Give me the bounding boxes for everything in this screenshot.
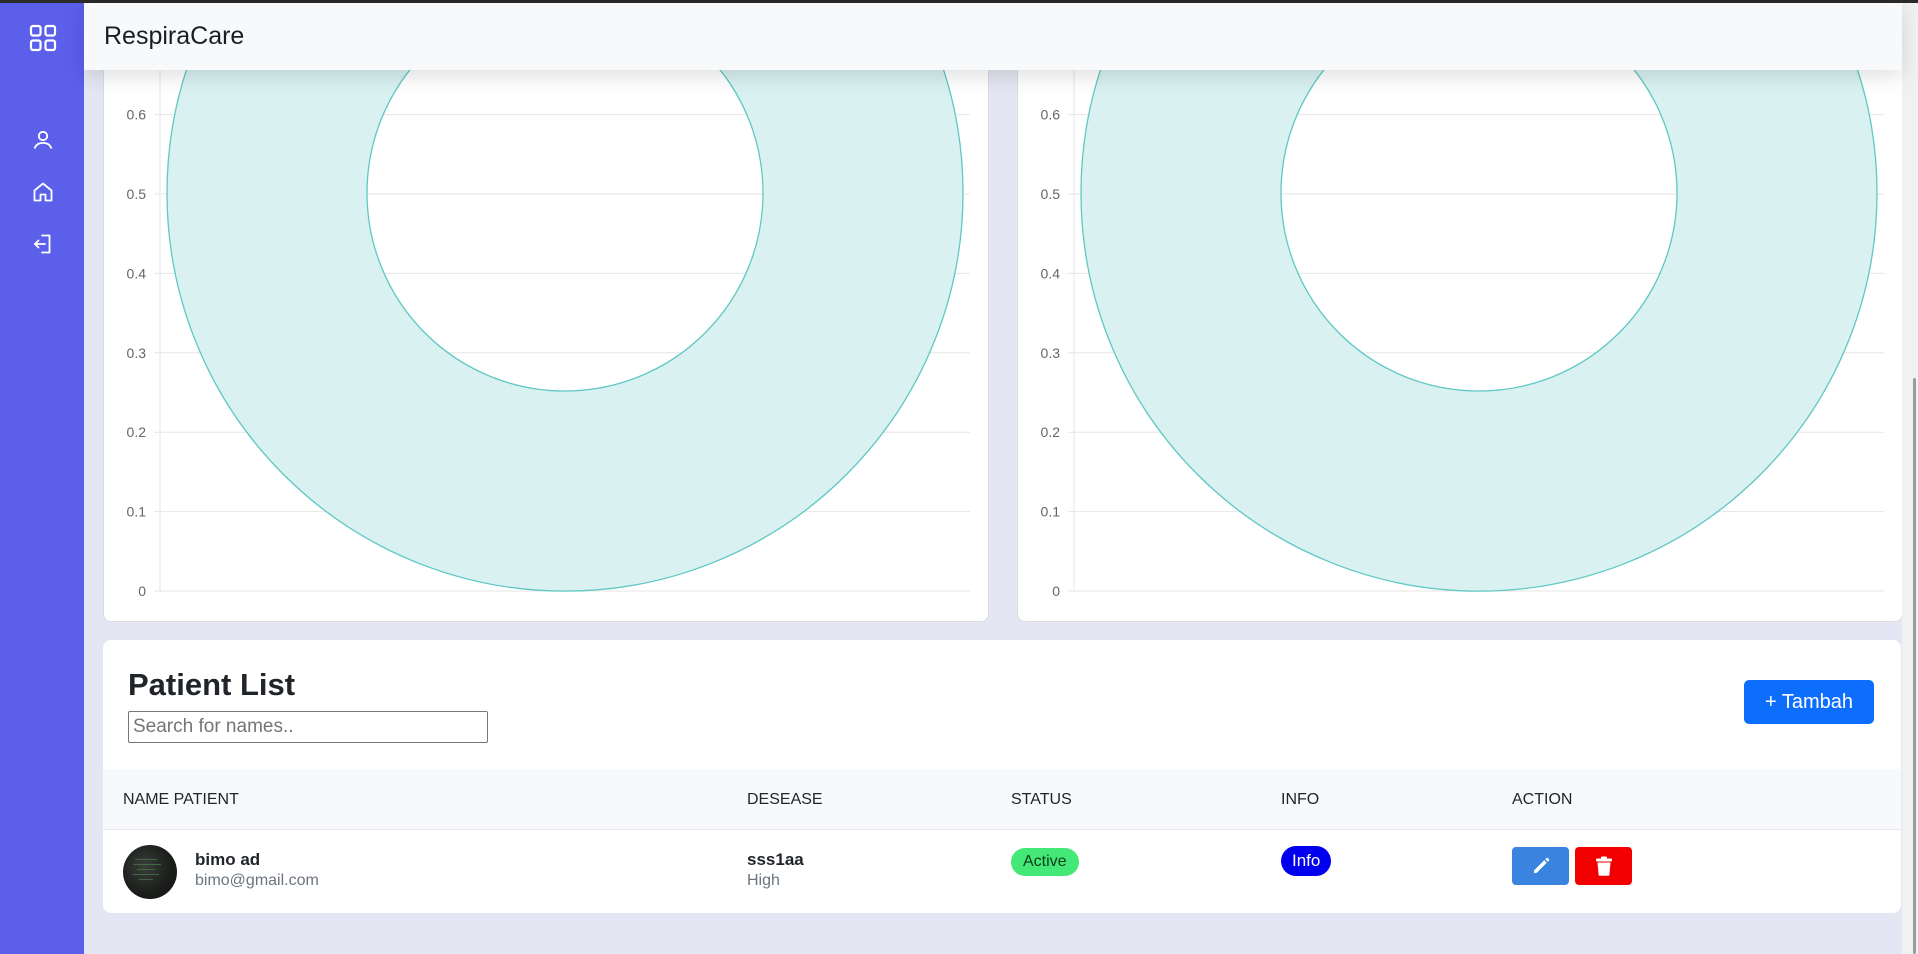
top-navbar: RespiraCare [84, 3, 1902, 70]
y-tick-label: 0.4 [1041, 265, 1061, 281]
chart-card-left: 0 0.1 0.2 0.3 0.4 0.5 0.6 [103, 40, 989, 622]
status-badge: Active [1011, 848, 1079, 876]
chart-card-right: 0 0.1 0.2 0.3 0.4 0.5 0.6 [1017, 40, 1903, 622]
column-header-info: INFO [1281, 791, 1320, 808]
patient-name: bimo ad [195, 850, 261, 869]
y-tick-label: 0 [138, 583, 146, 599]
y-tick-label: 0.1 [127, 504, 147, 520]
user-icon[interactable] [26, 123, 60, 157]
y-tick-label: 0.5 [1041, 186, 1061, 202]
scrollbar-thumb[interactable] [1913, 378, 1916, 954]
patient-disease-level: High [747, 872, 780, 889]
patient-email: bimo@gmail.com [195, 872, 319, 889]
avatar [123, 845, 177, 899]
pencil-icon [1533, 857, 1549, 873]
y-tick-label: 0.3 [1041, 345, 1061, 361]
table-header: NAME PATIENT DESEASE STATUS INFO ACTION [103, 769, 1901, 830]
home-icon[interactable] [26, 175, 60, 209]
column-header-name: NAME PATIENT [123, 791, 239, 808]
y-tick-label: 0.2 [127, 424, 147, 440]
y-tick-label: 0.2 [1041, 424, 1061, 440]
column-header-status: STATUS [1011, 791, 1072, 808]
sidebar [0, 3, 84, 954]
patient-list-title: Patient List [128, 667, 296, 702]
add-patient-button[interactable]: + Tambah [1744, 680, 1874, 724]
info-button[interactable]: Info [1281, 846, 1332, 876]
trash-icon [1595, 856, 1612, 876]
patient-disease: sss1aa [747, 850, 804, 869]
y-tick-label: 0 [1052, 583, 1060, 599]
y-tick-label: 0.4 [127, 265, 147, 281]
delete-button[interactable] [1575, 847, 1632, 885]
brand-title: RespiraCare [104, 22, 245, 50]
doughnut-chart-right: 0 0.1 0.2 0.3 0.4 0.5 0.6 [1041, 41, 1884, 599]
column-header-action: ACTION [1512, 791, 1573, 808]
y-tick-label: 0.3 [127, 345, 147, 361]
edit-button[interactable] [1512, 847, 1569, 885]
y-tick-label: 0.5 [127, 186, 147, 202]
doughnut-slice[interactable] [1080, 41, 1878, 592]
doughnut-chart-left: 0 0.1 0.2 0.3 0.4 0.5 0.6 [127, 41, 970, 599]
logout-icon[interactable] [26, 227, 60, 261]
doughnut-slice[interactable] [166, 41, 964, 592]
column-header-disease: DESEASE [747, 791, 823, 808]
y-tick-label: 0.1 [1041, 504, 1061, 520]
table-row: bimo ad bimo@gmail.com sss1aa High Activ… [103, 830, 1901, 910]
y-tick-label: 0.6 [1041, 107, 1061, 123]
y-tick-label: 0.6 [127, 107, 147, 123]
grid-icon[interactable] [26, 21, 60, 55]
patient-list-card: Patient List + Tambah NAME PATIENT DESEA… [103, 640, 1901, 913]
search-input[interactable] [128, 711, 488, 743]
